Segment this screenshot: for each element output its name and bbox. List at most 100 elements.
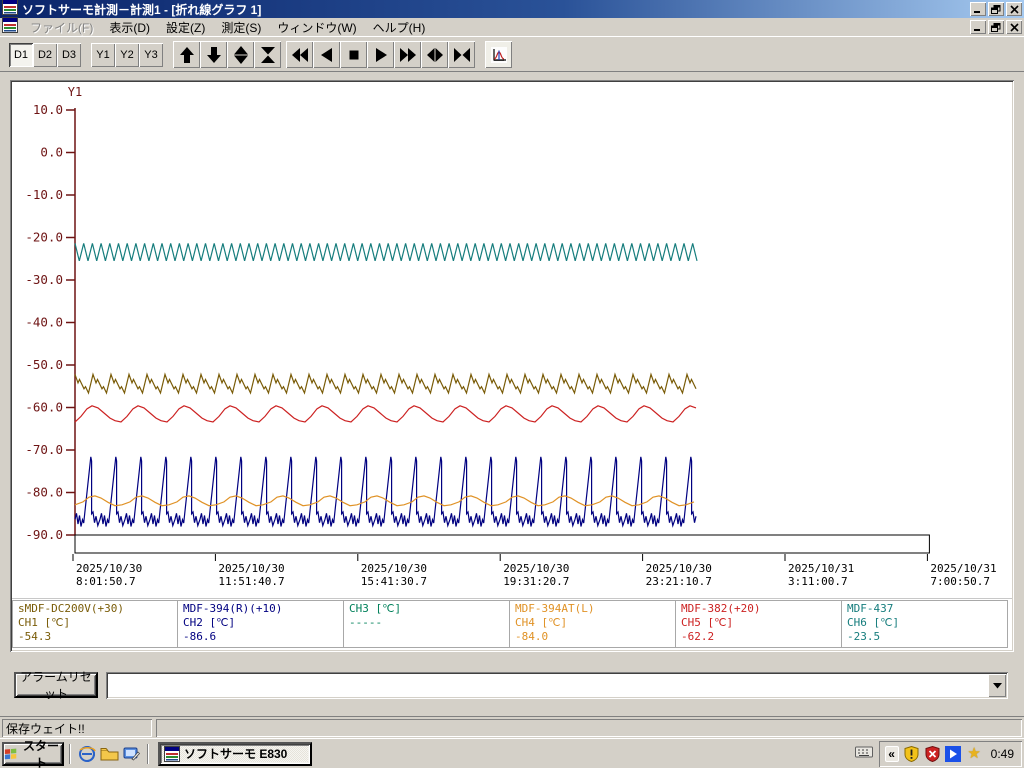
tray-clock: 0:49 — [990, 746, 1014, 761]
channel-name: MDF-394(R)(+10) — [183, 602, 283, 615]
task-button-label: ソフトサーモ E830 — [184, 747, 288, 761]
y1-button[interactable]: Y1 — [91, 42, 115, 67]
fast-forward-button[interactable] — [394, 41, 421, 68]
alarm-combobox-field[interactable] — [106, 672, 1008, 699]
svg-text:15:41:30.7: 15:41:30.7 — [361, 575, 427, 588]
svg-text:2025/10/30: 2025/10/30 — [361, 562, 427, 575]
d1-button[interactable]: D1 — [9, 42, 33, 67]
expand-x-scale-button[interactable] — [421, 41, 448, 68]
start-button[interactable]: スタート — [2, 739, 64, 768]
line-chart: Y1 10.0 0.0 -10.0 -20.0 -30.0 -40.0 -50.0 -60.0 -… — [12, 82, 1008, 596]
internet-explorer-icon[interactable] — [76, 743, 98, 765]
minimize-button[interactable] — [970, 2, 986, 16]
update-star-icon[interactable]: ★ — [966, 745, 983, 762]
alarm-combobox-drop-button[interactable] — [988, 674, 1006, 697]
menu-help[interactable]: ヘルプ(H) — [365, 17, 434, 38]
security-alert-icon[interactable] — [924, 745, 941, 762]
taskbar-divider — [147, 744, 149, 764]
channel-name: MDF-437 — [847, 602, 894, 615]
mdi-child-icon[interactable] — [2, 16, 18, 38]
channel-label: CH1 [℃] — [18, 616, 71, 629]
chevron-down-icon — [992, 682, 1002, 688]
mdi-minimize-button[interactable] — [970, 20, 986, 34]
arrow-up-icon — [179, 46, 194, 63]
channel-value: -84.0 — [515, 630, 549, 643]
channel-label: CH5 [℃] — [681, 616, 734, 629]
channel-name: MDF-394AT(L) — [515, 602, 595, 615]
menu-window[interactable]: ウィンドウ(W) — [269, 17, 364, 38]
toolbar: D1 D2 D3 Y1 Y2 Y3 — [0, 38, 1024, 72]
close-icon — [1009, 4, 1019, 14]
legend-cell-ch4: MDF-394AT(L) CH4 [℃] -84.0 — [510, 600, 676, 648]
menu-file[interactable]: ファイル(F) — [22, 17, 101, 38]
svg-text:0.0: 0.0 — [40, 145, 63, 160]
svg-text:3:11:00.7: 3:11:00.7 — [788, 575, 848, 588]
svg-text:-30.0: -30.0 — [25, 272, 63, 287]
scroll-up-button[interactable] — [173, 41, 200, 68]
svg-text:11:51:40.7: 11:51:40.7 — [218, 575, 284, 588]
mdi-close-button[interactable] — [1006, 20, 1022, 34]
svg-text:2025/10/30: 2025/10/30 — [646, 562, 712, 575]
svg-text:2025/10/30: 2025/10/30 — [503, 562, 569, 575]
svg-text:7:00:50.7: 7:00:50.7 — [930, 575, 990, 588]
scroll-down-button[interactable] — [200, 41, 227, 68]
restore-icon — [991, 4, 1001, 14]
svg-text:23:21:10.7: 23:21:10.7 — [646, 575, 712, 588]
keyboard-icon[interactable] — [854, 745, 873, 763]
menu-measure[interactable]: 測定(S) — [213, 17, 269, 38]
menu-settings[interactable]: 設定(Z) — [158, 17, 213, 38]
graph-settings-button[interactable] — [485, 41, 512, 68]
expand-y-scale-button[interactable] — [227, 41, 254, 68]
yellow-shield-icon — [904, 745, 919, 762]
folder-quick-launch-icon[interactable] — [98, 743, 120, 765]
hide-tray-icons-button[interactable]: « — [884, 745, 899, 762]
d2-button[interactable]: D2 — [33, 42, 57, 67]
svg-text:-80.0: -80.0 — [25, 485, 63, 500]
channel-legend: sMDF-DC200V(+30) CH1 [℃] -54.3 MDF-394(R… — [12, 598, 1012, 648]
svg-text:Y1: Y1 — [68, 85, 82, 99]
restore-button[interactable] — [988, 2, 1004, 16]
stop-scroll-button[interactable] — [340, 41, 367, 68]
channel-name: MDF-382(+20) — [681, 602, 761, 615]
show-desktop-icon[interactable] — [120, 743, 142, 765]
channel-value: -86.6 — [183, 630, 217, 643]
minimize-icon — [974, 28, 980, 31]
y3-button[interactable]: Y3 — [139, 42, 163, 67]
expand-horizontal-icon — [426, 47, 443, 62]
alarm-reset-button[interactable]: アラームリセット — [14, 670, 98, 701]
arrow-right-icon — [375, 47, 387, 62]
compress-x-scale-button[interactable] — [448, 41, 475, 68]
y2-button[interactable]: Y2 — [115, 42, 139, 67]
security-warning-icon[interactable] — [903, 745, 920, 762]
active-task-button[interactable]: ソフトサーモ E830 — [158, 741, 312, 766]
channel-value: -62.2 — [681, 630, 715, 643]
media-play-icon[interactable] — [945, 745, 962, 762]
mdi-restore-button[interactable] — [988, 20, 1004, 34]
svg-text:10.0: 10.0 — [33, 102, 63, 117]
scroll-left-button[interactable] — [313, 41, 340, 68]
svg-text:-90.0: -90.0 — [25, 527, 63, 542]
svg-text:-40.0: -40.0 — [25, 315, 63, 330]
arrow-down-icon — [206, 46, 221, 63]
scroll-right-button[interactable] — [367, 41, 394, 68]
d3-button[interactable]: D3 — [57, 42, 81, 67]
channel-label: CH3 [℃] — [349, 602, 402, 615]
title-bar: ソフトサーモ計測－計測1 - [折れ線グラフ 1] — [0, 0, 1024, 18]
histogram-chart-icon — [490, 46, 507, 63]
channel-label: CH4 [℃] — [515, 616, 568, 629]
close-button[interactable] — [1006, 2, 1022, 16]
fast-rewind-button[interactable] — [286, 41, 313, 68]
svg-text:-70.0: -70.0 — [25, 442, 63, 457]
windows-logo-icon — [4, 748, 17, 759]
legend-cell-ch3: CH3 [℃] ----- — [344, 600, 510, 648]
star-glyph: ★ — [967, 745, 981, 762]
desktop-pen-icon — [123, 747, 140, 760]
channel-value: -23.5 — [847, 630, 881, 643]
alarm-combobox[interactable] — [106, 672, 1008, 699]
app-icon — [164, 745, 180, 762]
system-tray: « ★ 0:49 — [878, 740, 1022, 767]
svg-text:2025/10/31: 2025/10/31 — [788, 562, 854, 575]
menu-view[interactable]: 表示(D) — [101, 17, 158, 38]
compress-y-scale-button[interactable] — [254, 41, 281, 68]
svg-text:19:31:20.7: 19:31:20.7 — [503, 575, 569, 588]
